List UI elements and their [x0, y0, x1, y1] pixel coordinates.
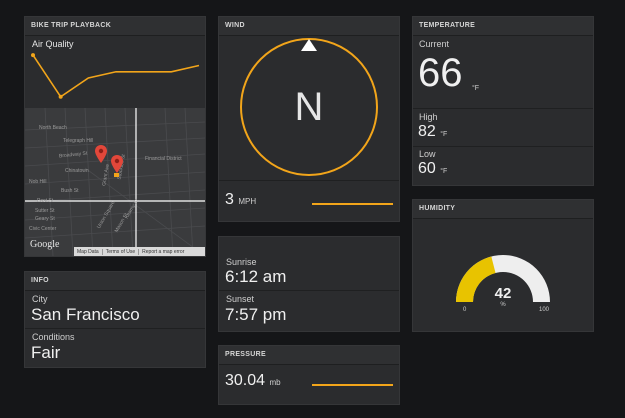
map-pin-icon[interactable]: [95, 145, 107, 163]
map-view[interactable]: North Beach Telegraph Hill Broadway St C…: [25, 108, 205, 256]
sunrise-label: Sunrise: [226, 257, 257, 267]
sun-divider: [219, 290, 399, 291]
bike-trip-title: BIKE TRIP PLAYBACK: [25, 17, 205, 36]
high-temp-unit: °F: [440, 131, 448, 138]
low-temp-label: Low: [419, 149, 436, 159]
sunset-value: 7:57 pm: [225, 305, 287, 324]
high-temp-label: High: [419, 112, 438, 122]
report-map-error-link[interactable]: Report a map error: [138, 248, 187, 255]
street-label: Bush St: [61, 188, 79, 194]
air-quality-graph: [31, 53, 200, 99]
wind-speed: 3: [225, 191, 234, 208]
temp-divider-2: [413, 146, 593, 147]
street-label: Telegraph Hill: [63, 138, 94, 144]
map-pin-icon[interactable]: [111, 155, 123, 173]
wind-divider: [219, 180, 399, 181]
street-label: Financial District: [145, 156, 182, 162]
temp-divider-1: [413, 108, 593, 109]
wind-panel: WIND N 3 MPH: [218, 16, 400, 222]
pressure-row: 30.04 mb: [225, 372, 281, 390]
pressure-value: 30.04: [225, 372, 266, 389]
current-temp-value: 66: [418, 51, 463, 95]
sun-panel: Sunrise 6:12 am Sunset 7:57 pm: [218, 236, 400, 332]
wind-speed-unit: MPH: [238, 197, 257, 206]
wind-direction: N: [294, 85, 324, 129]
humidity-max-label: 100: [539, 307, 550, 313]
sunset-label: Sunset: [226, 294, 255, 304]
humidity-min-label: 0: [463, 307, 467, 313]
air-quality-start-point: [31, 53, 35, 58]
sunrise-value: 6:12 am: [225, 267, 287, 286]
info-panel: INFO City San Francisco Conditions Fair: [24, 271, 206, 368]
conditions-label: Conditions: [32, 332, 75, 342]
street-label: North Beach: [39, 125, 67, 131]
humidity-unit: %: [500, 302, 506, 308]
street-label: Post St: [37, 198, 54, 204]
wind-speed-line: [312, 203, 393, 205]
google-logo: Google: [30, 239, 60, 250]
wind-speed-row: 3 MPH: [225, 191, 256, 209]
high-temp-value: 82: [418, 123, 436, 140]
temperature-title: TEMPERATURE: [413, 17, 593, 36]
info-divider: [25, 328, 205, 329]
street-label: Chinatown: [65, 168, 89, 174]
terms-of-use-link[interactable]: Terms of Use: [101, 248, 138, 255]
low-temp-row: 60 °F: [418, 160, 447, 178]
pressure-unit: mb: [269, 378, 281, 387]
map-data-link[interactable]: Map Data: [74, 249, 102, 255]
map-footer: Map Data Terms of Use Report a map error: [74, 247, 205, 256]
info-title: INFO: [25, 272, 205, 291]
bike-trip-panel: BIKE TRIP PLAYBACK Air Quality North Bea…: [24, 16, 206, 257]
humidity-value: 42: [494, 285, 512, 302]
current-temp-unit: °F: [472, 85, 480, 92]
pressure-panel: PRESSURE 30.04 mb: [218, 345, 400, 405]
air-quality-low-point: [58, 94, 63, 99]
low-temp-unit: °F: [440, 168, 448, 175]
humidity-title: HUMIDITY: [413, 200, 593, 219]
current-temp-label: Current: [419, 39, 450, 49]
city-value: San Francisco: [31, 305, 140, 324]
street-label: Civic Center: [29, 226, 57, 232]
street-label: Geary St: [35, 216, 55, 222]
conditions-value: Fair: [31, 343, 61, 362]
high-temp-row: 82 °F: [418, 123, 447, 141]
street-label: Nob Hill: [29, 179, 47, 185]
map-position-marker: [114, 173, 119, 177]
wind-title: WIND: [219, 17, 399, 36]
wind-direction-arrow-icon: [301, 39, 317, 51]
humidity-panel: HUMIDITY 42 % 0 100: [412, 199, 594, 332]
city-label: City: [32, 294, 48, 304]
low-temp-value: 60: [418, 160, 436, 177]
pressure-title: PRESSURE: [219, 346, 399, 365]
pressure-line: [312, 384, 393, 386]
street-label: Sutter St: [35, 208, 55, 214]
humidity-gauge: [456, 255, 550, 302]
temperature-panel: TEMPERATURE Current 66 °F High 82 °F Low…: [412, 16, 594, 186]
